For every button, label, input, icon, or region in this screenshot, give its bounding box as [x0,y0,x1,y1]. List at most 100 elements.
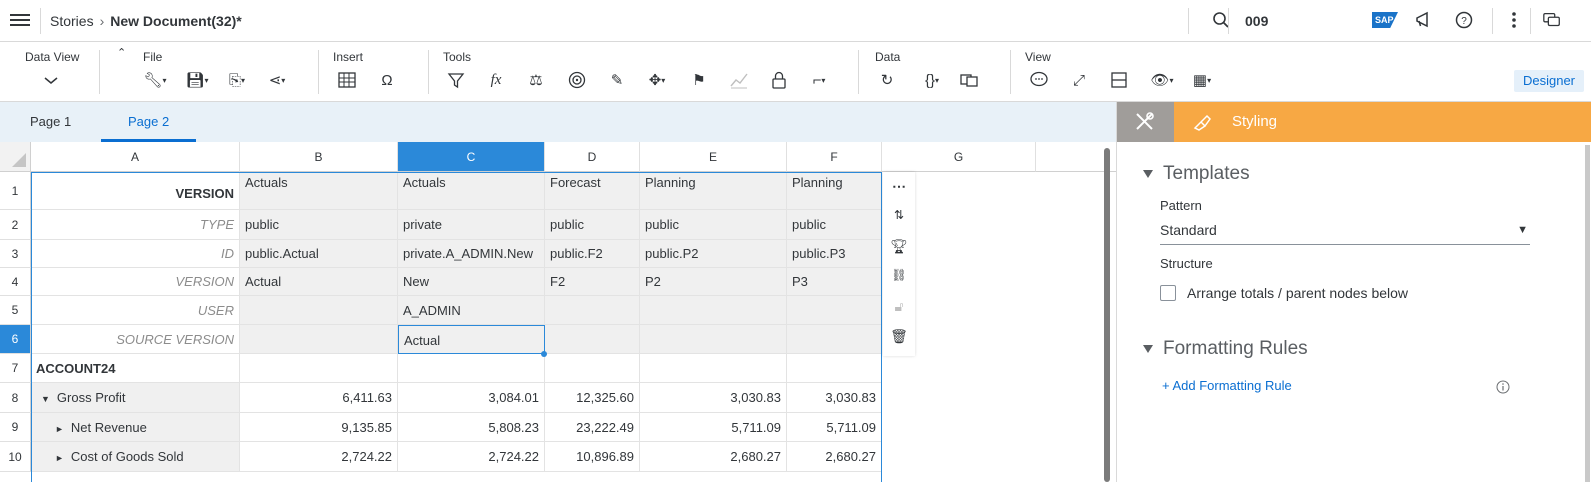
row-header[interactable]: 7 [0,354,31,383]
column-header-b[interactable]: B [240,142,398,172]
copy-icon[interactable]: ⎘ ▾ [226,69,248,91]
row-header[interactable]: 6 [0,325,31,354]
empty-cell[interactable] [398,354,545,383]
header-cell[interactable] [545,296,640,325]
row-header[interactable]: 4 [0,268,31,296]
header-cell[interactable]: private [398,210,545,240]
header-cell[interactable] [787,296,882,325]
header-cell[interactable]: Forecast [545,172,640,210]
arrange-totals-checkbox[interactable] [1160,285,1176,301]
column-header-g[interactable]: G [882,142,1036,172]
table-row-label[interactable]: ► Cost of Goods Sold [31,442,240,472]
variables-icon[interactable]: {} ▾ [918,69,946,91]
row-header[interactable]: 2 [0,210,31,240]
header-cell[interactable] [640,325,787,354]
data-cell[interactable]: 23,222.49 [545,413,640,442]
column-header-f[interactable]: F [787,142,882,172]
templates-section-header[interactable]: Templates [1143,163,1250,185]
panel-scrollbar[interactable] [1585,145,1590,482]
selection-handle[interactable] [541,351,547,357]
header-cell[interactable] [545,325,640,354]
row-header[interactable]: 9 [0,413,31,442]
tab-page-2[interactable]: Page 2 [128,114,169,129]
header-cell[interactable]: P2 [640,268,787,296]
save-icon[interactable]: 💾︎ ▾ [185,69,208,91]
expand-triangle-icon[interactable]: ► [55,453,64,463]
search-input[interactable]: 009 [1245,13,1268,29]
collapse-triangle-icon[interactable]: ▼ [41,394,50,404]
header-cell[interactable]: public [240,210,398,240]
menu-icon[interactable] [10,11,30,31]
wrench-icon[interactable]: 🔧︎ ▾ [143,69,166,91]
table-row-label[interactable]: ► Net Revenue [31,413,240,442]
column-header-e[interactable]: E [640,142,787,172]
styling-tab[interactable]: Styling [1174,102,1591,142]
row-header[interactable]: 5 [0,296,31,325]
column-header-c[interactable]: C [398,142,545,172]
header-cell[interactable] [240,325,398,354]
select-all-corner[interactable] [0,142,31,172]
data-cell[interactable]: 2,724.22 [398,442,545,472]
refresh-icon[interactable]: ↻ [876,69,898,91]
empty-cell[interactable] [545,354,640,383]
move-icon[interactable]: ✥ ▾ [646,69,668,91]
info-icon[interactable] [1496,380,1510,394]
data-cell[interactable]: 2,680.27 [787,442,882,472]
header-cell[interactable] [640,296,787,325]
header-cell[interactable]: public.P3 [787,240,882,268]
tab-page-1[interactable]: Page 1 [30,114,71,129]
header-cell[interactable]: Actuals [398,172,545,210]
layout-icon[interactable] [1108,69,1130,91]
trophy-icon[interactable]: 🏆︎ [890,238,908,256]
comment-icon[interactable] [1028,69,1050,91]
data-cell[interactable]: 10,896.89 [545,442,640,472]
eye-icon[interactable]: 👁︎ ▾ [1148,69,1176,91]
header-cell[interactable]: public [545,210,640,240]
header-cell[interactable]: public [640,210,787,240]
announcement-icon[interactable] [1414,10,1434,30]
formula-icon[interactable]: fx [485,69,507,91]
add-formatting-rule-link[interactable]: + Add Formatting Rule [1162,378,1292,393]
data-cell[interactable]: 6,411.63 [240,383,398,413]
target-icon[interactable] [566,69,588,91]
table-row-label[interactable]: ▼ Gross Profit [31,383,240,413]
column-header-a[interactable]: A [31,142,240,172]
pattern-dropdown[interactable]: Standard ▼ [1160,222,1530,245]
data-cell[interactable]: 2,680.27 [640,442,787,472]
header-cell[interactable]: public [787,210,882,240]
expand-triangle-icon[interactable]: ► [55,424,64,434]
data-cell[interactable]: 12,325.60 [545,383,640,413]
header-cell[interactable]: private.A_ADMIN.New [398,240,545,268]
header-cell[interactable]: Planning [787,172,882,210]
header-cell[interactable]: public.F2 [545,240,640,268]
fullscreen-icon[interactable]: ⤢ [1068,69,1090,91]
empty-cell[interactable] [640,354,787,383]
data-cell[interactable]: 9,135.85 [240,413,398,442]
data-cell[interactable]: 2,724.22 [240,442,398,472]
header-cell[interactable] [787,325,882,354]
data-cell[interactable]: 5,808.23 [398,413,545,442]
selected-cell[interactable]: Actual [398,325,545,354]
hierarchy-icon[interactable]: ⛓︎ [890,268,908,286]
lock-icon[interactable] [768,69,790,91]
help-icon[interactable]: ? [1454,10,1474,30]
header-cell[interactable]: Actual [240,268,398,296]
more-icon[interactable]: ⋯ [890,178,908,196]
overflow-icon[interactable] [1504,10,1524,30]
header-cell[interactable]: public.P2 [640,240,787,268]
header-cell[interactable]: F2 [545,268,640,296]
delete-icon[interactable]: 🗑︎ [890,328,908,346]
row-header[interactable]: 8 [0,383,31,413]
spreadsheet-grid[interactable]: A B C D E F G H 12345678910VERSIONActual… [0,142,1134,482]
data-cell[interactable]: 3,030.83 [787,383,882,413]
symbol-icon[interactable]: Ω [376,69,398,91]
table-icon[interactable] [336,69,358,91]
header-cell[interactable]: New [398,268,545,296]
linked-data-icon[interactable] [958,69,980,91]
header-cell[interactable]: Actuals [240,172,398,210]
grid-view-icon[interactable]: ▦ ▾ [1188,69,1216,91]
balance-icon[interactable]: ⚖︎ [525,69,547,91]
steps-icon[interactable]: ⌐ ▾ [808,69,830,91]
account-label[interactable]: ACCOUNT24 [31,354,240,383]
breadcrumb-stories[interactable]: Stories [50,13,94,29]
